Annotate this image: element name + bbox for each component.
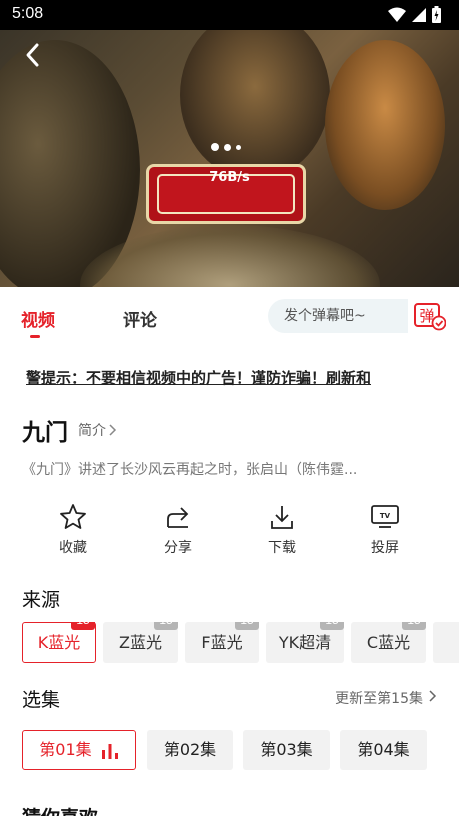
episode-label: 第01集 — [39, 740, 92, 759]
loading-dot — [224, 143, 231, 151]
wifi-icon — [388, 7, 406, 22]
loading-indicator — [211, 143, 241, 151]
loading-dot — [236, 144, 241, 150]
synopsis: 《九门》讲述了长沙风云再起之时，张启山（陈伟霆... — [22, 462, 358, 478]
favorite-button[interactable]: 收藏 — [43, 503, 103, 557]
chevron-right-icon[interactable] — [429, 689, 437, 703]
show-title: 九门 — [22, 420, 68, 446]
battery-icon — [432, 6, 441, 23]
poster-figure-center — [180, 30, 330, 180]
status-bar: 5:08 — [0, 0, 459, 30]
intro-link[interactable]: 简介 — [78, 420, 117, 440]
back-icon[interactable] — [18, 40, 48, 70]
episode-item[interactable]: 第01集 — [22, 730, 136, 770]
action-row: 收藏 分享 下载 TV 投屏 — [0, 503, 459, 563]
scam-warning-notice: 警提示：不要相信视频中的广告！谨防诈骗！刷新和 — [26, 369, 372, 387]
episode-count-badge: 15 — [320, 622, 344, 630]
cast-button[interactable]: TV 投屏 — [355, 503, 415, 557]
video-detail-panel: 警提示：不要相信视频中的广告！谨防诈骗！刷新和 九门 简介 《九门》讲述了长沙风… — [0, 345, 459, 816]
source-list: K蓝光 15 Z蓝光 15 F蓝光 15 YK超清 15 C蓝光 15 — [22, 622, 459, 664]
source-item[interactable]: F蓝光 15 — [185, 622, 259, 663]
source-item[interactable]: Z蓝光 15 — [103, 622, 178, 663]
episode-item[interactable]: 第03集 — [243, 730, 330, 770]
episode-count-badge: 15 — [402, 622, 426, 630]
active-tab-indicator — [30, 335, 40, 338]
source-label: K蓝光 — [37, 633, 81, 652]
signal-icon — [412, 7, 426, 22]
episode-count-badge: 15 — [71, 622, 95, 630]
share-icon — [167, 507, 189, 528]
recommend-title: 猜你喜欢 — [22, 803, 98, 816]
source-item-partial[interactable] — [433, 622, 459, 663]
source-label: YK超清 — [278, 633, 332, 652]
svg-text:TV: TV — [380, 512, 391, 520]
source-label: Z蓝光 — [119, 633, 162, 652]
source-item[interactable]: K蓝光 15 — [22, 622, 96, 663]
danmaku-toggle-icon[interactable]: 弹 — [414, 303, 446, 331]
star-icon — [60, 504, 86, 529]
chevron-right-icon — [109, 424, 117, 436]
episodes-title: 选集 — [22, 689, 61, 711]
video-player[interactable]: 76B/s — [0, 30, 459, 287]
tab-bar: 视频 评论 发个弹幕吧~ 弹 — [0, 287, 459, 345]
download-button[interactable]: 下载 — [252, 503, 312, 557]
now-playing-icon — [101, 743, 118, 759]
download-speed: 76B/s — [209, 170, 250, 185]
cast-tv-icon: TV — [371, 505, 399, 528]
sources-title: 来源 — [22, 589, 61, 611]
share-label: 分享 — [164, 540, 192, 556]
source-label: C蓝光 — [366, 633, 411, 652]
source-item[interactable]: YK超清 15 — [266, 622, 344, 663]
episode-count-badge: 15 — [154, 622, 178, 630]
episode-label: 第04集 — [357, 740, 410, 759]
danmaku-input[interactable]: 发个弹幕吧~ — [268, 299, 408, 333]
loading-dot — [211, 143, 219, 151]
episode-item[interactable]: 第02集 — [147, 730, 233, 770]
status-time: 5:08 — [12, 5, 44, 22]
episode-list: 第01集 第02集 第03集 第04集 — [22, 730, 459, 772]
episode-label: 第02集 — [163, 740, 217, 759]
episode-label: 第03集 — [260, 740, 313, 759]
intro-label: 简介 — [78, 423, 106, 439]
tab-comments[interactable]: 评论 — [123, 306, 157, 331]
source-item[interactable]: C蓝光 15 — [351, 622, 426, 663]
update-status-link[interactable]: 更新至第15集 — [335, 688, 423, 708]
download-label: 下载 — [268, 540, 296, 556]
share-button[interactable]: 分享 — [148, 503, 208, 557]
status-icons — [388, 6, 441, 23]
episode-item[interactable]: 第04集 — [340, 730, 427, 770]
favorite-label: 收藏 — [59, 540, 87, 556]
episode-count-badge: 15 — [235, 622, 259, 630]
tab-video[interactable]: 视频 — [21, 306, 55, 331]
source-label: F蓝光 — [201, 633, 243, 652]
download-icon — [271, 506, 293, 529]
cast-label: 投屏 — [371, 540, 399, 556]
